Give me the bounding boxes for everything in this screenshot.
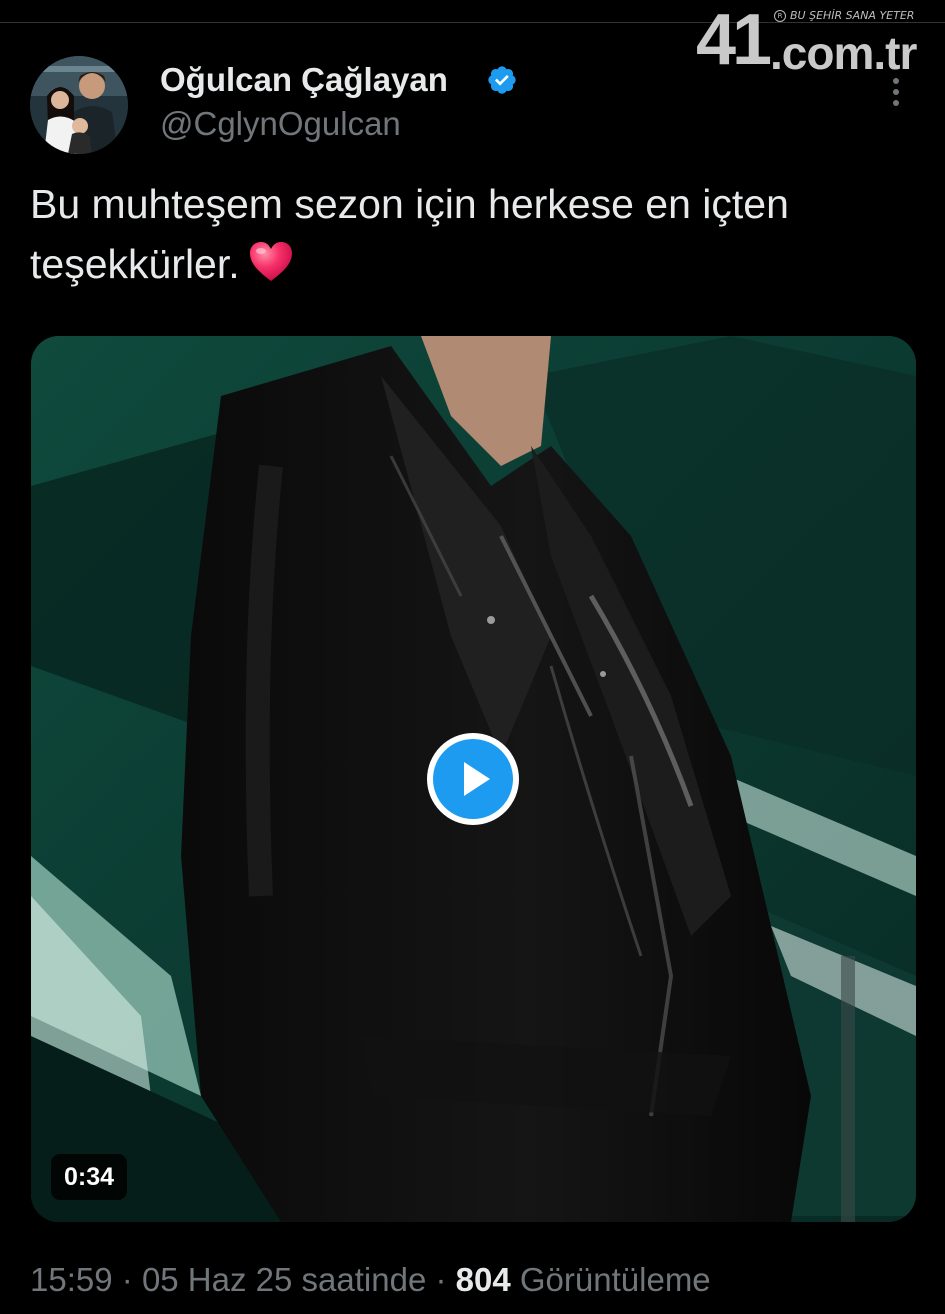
more-dot-icon (893, 78, 899, 84)
watermark-slogan-text: BU ŞEHİR SANA YETER (790, 9, 915, 22)
more-dot-icon (893, 100, 899, 106)
red-heart-icon (249, 242, 292, 281)
views-label: Görüntüleme (519, 1261, 711, 1298)
registered-icon: R (774, 10, 786, 22)
tweet-time[interactable]: 15:59 (30, 1261, 113, 1298)
tweet-date[interactable]: 05 Haz 25 saatinde (142, 1261, 426, 1298)
tweet-text: Bu muhteşem sezon için herkese en içten … (30, 174, 910, 294)
user-handle[interactable]: @CglynOgulcan (160, 102, 401, 146)
views-count[interactable]: 804 (456, 1261, 511, 1298)
tweet-text-line: teşekkürler. (30, 241, 240, 287)
tweet-meta: 15:59 · 05 Haz 25 saatinde · 804 Görüntü… (30, 1258, 711, 1302)
tweet-text-line-2: teşekkürler. (30, 234, 910, 294)
display-name[interactable]: Oğulcan Çağlayan (160, 58, 448, 102)
video-duration-badge: 0:34 (51, 1154, 128, 1200)
more-dot-icon (893, 89, 899, 95)
profile-photo-icon (30, 56, 128, 154)
watermark-slogan: R BU ŞEHİR SANA YETER (774, 10, 914, 22)
meta-separator: · (121, 1261, 133, 1298)
play-icon[interactable] (424, 730, 522, 828)
verified-badge-icon (488, 66, 516, 94)
avatar[interactable] (30, 56, 128, 154)
tweet-text-line: Bu muhteşem sezon için herkese en içten (30, 181, 789, 227)
watermark-number: 41 (696, 0, 772, 80)
video-player[interactable]: 0:34 (31, 336, 916, 1222)
meta-separator: · (435, 1261, 447, 1298)
more-options-button[interactable] (884, 70, 908, 114)
